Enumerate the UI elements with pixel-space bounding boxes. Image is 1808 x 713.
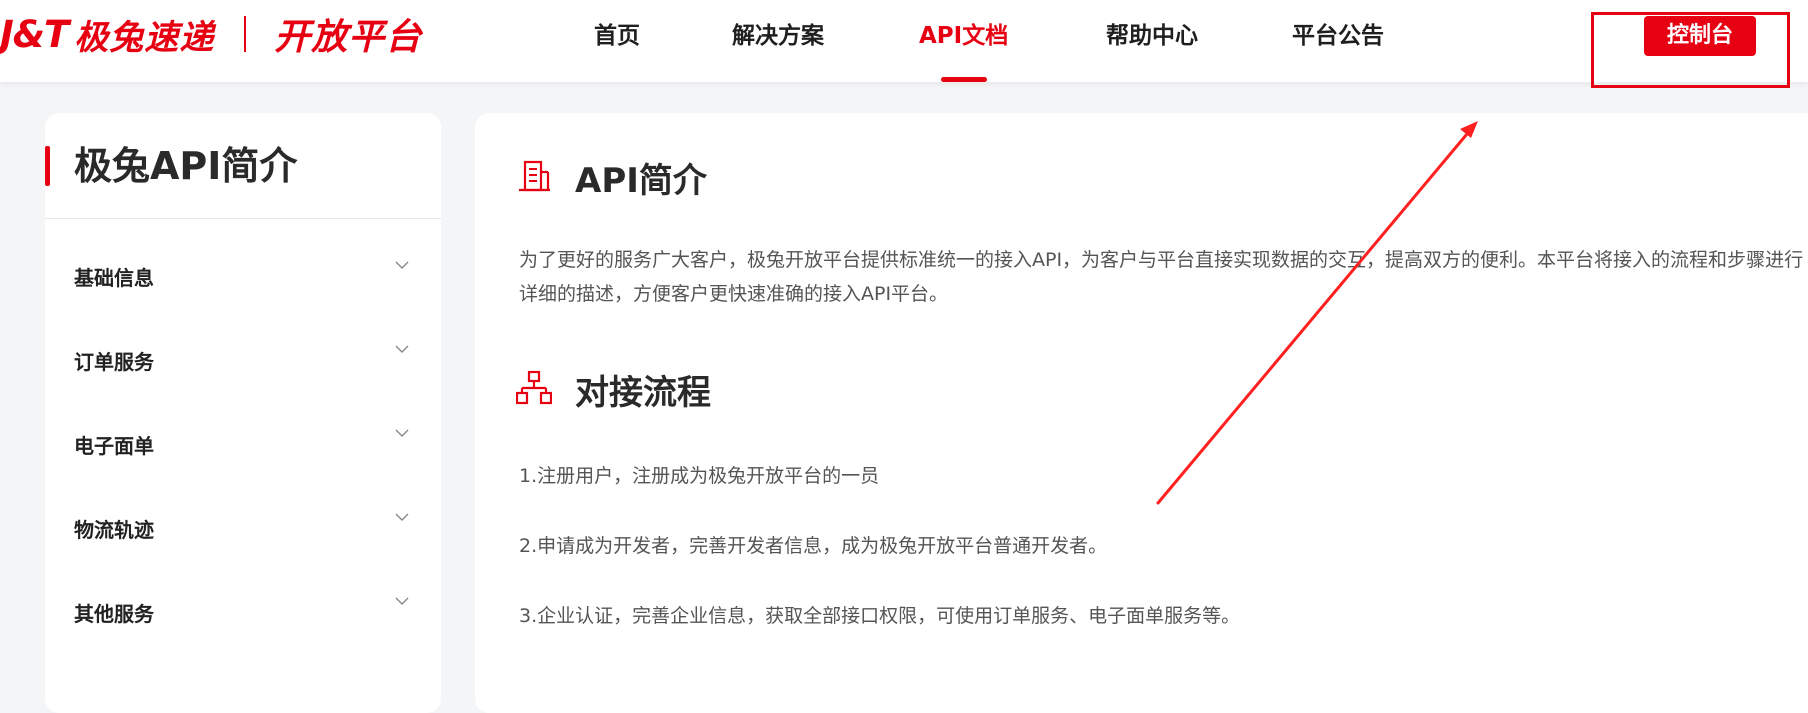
sidebar-item-other-services[interactable]: 其他服务 (45, 582, 441, 642)
sidebar-item-logistics-tracking[interactable]: 物流轨迹 (45, 498, 441, 558)
chevron-down-icon (395, 513, 409, 521)
chevron-down-icon (395, 597, 409, 605)
nav-api-docs[interactable]: API文档 (919, 0, 1008, 82)
sidebar-item-order-service[interactable]: 订单服务 (45, 330, 441, 390)
logo-subtitle: 开放平台 (274, 17, 423, 58)
chevron-down-icon (395, 345, 409, 353)
jt-logo[interactable]: J&T 极兔速递 开放平台 (0, 12, 422, 59)
console-highlight-box (1591, 12, 1790, 88)
building-icon (519, 160, 550, 192)
logo-divider (244, 16, 247, 52)
sidebar-item-label: 其他服务 (74, 602, 154, 626)
chevron-down-icon (395, 429, 409, 437)
sidebar-item-basic-info[interactable]: 基础信息 (45, 246, 441, 306)
flowchart-icon (516, 370, 552, 405)
nav-api-docs-label: API文档 (919, 23, 1009, 49)
api-intro-paragraph: 为了更好的服务广大客户，极兔开放平台提供标准统一的接入API，为客户与平台直接实… (519, 249, 1804, 305)
sidebar-item-e-waybill[interactable]: 电子面单 (45, 414, 441, 474)
nav-home[interactable]: 首页 (594, 0, 640, 82)
nav-solutions[interactable]: 解决方案 (732, 0, 824, 82)
logo-brand-cn: 极兔速递 (74, 17, 215, 58)
section-title-integration-flow: 对接流程 (575, 373, 711, 413)
nav-announcements[interactable]: 平台公告 (1292, 0, 1384, 82)
sidebar: 极兔API简介 基础信息 订单服务 电子面单 物流轨迹 其他服务 (45, 113, 441, 713)
logo-brand: J&T (0, 12, 69, 56)
flow-step: 3.企业认证，完善企业信息，获取全部接口权限，可使用订单服务、电子面单服务等。 (519, 605, 1241, 627)
nav-help-center[interactable]: 帮助中心 (1106, 0, 1198, 82)
sidebar-item-label: 基础信息 (74, 266, 154, 290)
sidebar-header: 极兔API简介 (45, 113, 441, 219)
flow-step: 1.注册用户，注册成为极兔开放平台的一员 (519, 465, 880, 487)
top-header: J&T 极兔速递 开放平台 首页 解决方案 API文档 帮助中心 平台公告 控制… (0, 0, 1808, 82)
sidebar-title-accent (45, 146, 50, 186)
flow-step: 2.申请成为开发者，完善开发者信息，成为极兔开放平台普通开发者。 (519, 535, 1108, 557)
sidebar-item-label: 订单服务 (74, 350, 154, 374)
section-title-api-intro: API简介 (575, 161, 707, 201)
active-nav-indicator (940, 77, 987, 82)
sidebar-item-label: 物流轨迹 (74, 518, 154, 542)
chevron-down-icon (395, 261, 409, 269)
main-content: API简介 为了更好的服务广大客户，极兔开放平台提供标准统一的接入API，为客户… (475, 113, 1808, 713)
sidebar-title: 极兔API简介 (74, 144, 298, 188)
sidebar-item-label: 电子面单 (74, 434, 154, 458)
